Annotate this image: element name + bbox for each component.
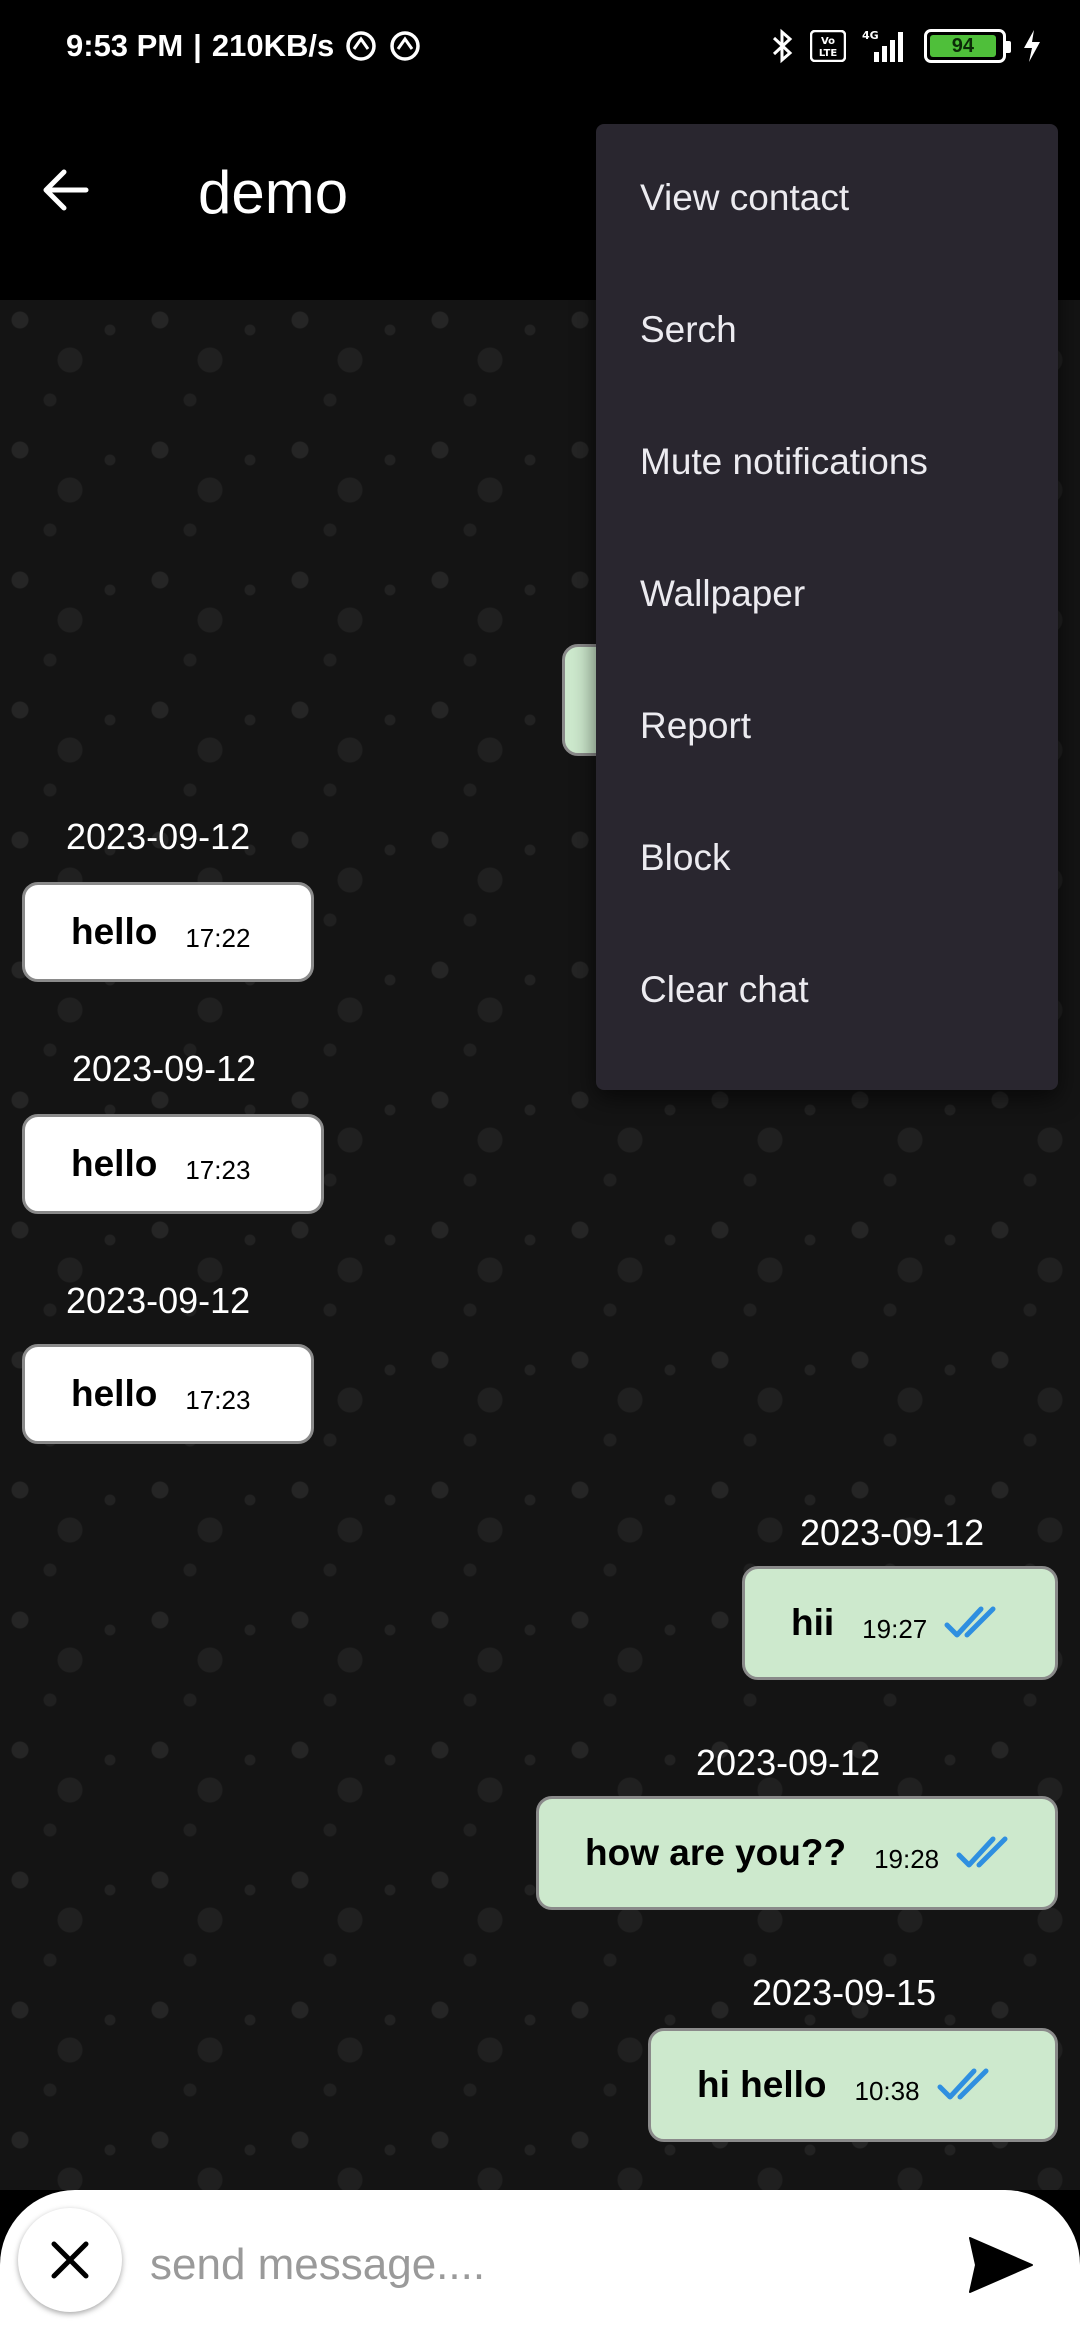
message-text: hello [71,1143,158,1184]
menu-item-report[interactable]: Report [596,660,1058,792]
message-time: 10:38 [854,2075,920,2106]
menu-item-mute-notifications[interactable]: Mute notifications [596,396,1058,528]
date-label: 2023-09-12 [72,1048,257,1089]
svg-text:LTE: LTE [819,48,838,59]
menu-item-clear-chat[interactable]: Clear chat [596,924,1058,1056]
battery-level: 94 [930,35,996,57]
status-separator: | [193,28,202,63]
charging-icon [1024,30,1040,62]
battery-percent: 94 [951,35,975,57]
overflow-menu: View contact Serch Mute notifications Wa… [596,124,1058,1090]
volte-icon: Vo LTE [810,30,846,62]
message-input[interactable] [150,2220,930,2310]
date-label: 2023-09-12 [66,1280,251,1321]
date-label: 2023-09-15 [752,1972,937,2013]
message-bubble-outgoing[interactable]: hi hello 10:38 [648,2028,1058,2142]
double-check-icon [944,1606,996,1638]
send-icon[interactable] [966,2234,1036,2296]
message-bubble-incoming[interactable]: hello 17:23 [22,1114,324,1214]
message-text: hii [791,1602,835,1643]
status-time: 9:53 PM [66,28,184,63]
status-speed: 210KB/s [211,28,335,63]
message-time: 17:23 [185,1154,251,1185]
close-button[interactable] [18,2208,122,2312]
message-text: how are you?? [585,1832,847,1873]
message-input-bar [0,2190,1080,2340]
message-time: 17:22 [185,922,251,953]
battery-icon: 94 [924,29,1011,63]
message-text: hello [71,911,158,952]
message-text: hello [71,1373,158,1414]
status-right: Vo LTE 4G 94 [770,28,1044,64]
menu-item-wallpaper[interactable]: Wallpaper [596,528,1058,660]
sync-status-icon-2 [390,31,420,61]
menu-item-block[interactable]: Block [596,792,1058,924]
message-bubble-outgoing[interactable]: hii 19:27 [742,1566,1058,1680]
menu-item-view-contact[interactable]: View contact [596,132,1058,264]
message-time: 19:27 [862,1613,928,1644]
svg-text:4G: 4G [862,29,879,42]
close-icon [51,2241,89,2279]
message-time: 19:28 [874,1843,940,1874]
date-label: 2023-09-12 [66,816,251,857]
svg-text:Vo: Vo [821,36,835,47]
sync-status-icon [346,31,376,61]
message-bubble-incoming[interactable]: hello 17:23 [22,1344,314,1444]
bluetooth-icon [772,28,793,64]
arrow-left-icon[interactable] [36,160,96,220]
status-left: 9:53 PM | 210KB/s [66,28,422,64]
chat-title[interactable]: demo [198,158,348,227]
double-check-icon [956,1836,1008,1868]
message-bubble-outgoing[interactable]: how are you?? 19:28 [536,1796,1058,1910]
chat-screen: 9:53 PM | 210KB/s Vo LTE 4G 94 demo 2023… [0,0,1080,2340]
message-text: hi hello [697,2064,827,2105]
message-time: 17:23 [185,1384,251,1415]
message-bubble-incoming[interactable]: hello 17:22 [22,882,314,982]
double-check-icon [937,2068,989,2100]
signal-icon: 4G [862,29,903,62]
date-label: 2023-09-12 [800,1512,985,1553]
status-bar: 9:53 PM | 210KB/s Vo LTE 4G 94 [0,0,1080,100]
date-label: 2023-09-12 [696,1742,881,1783]
menu-item-search[interactable]: Serch [596,264,1058,396]
